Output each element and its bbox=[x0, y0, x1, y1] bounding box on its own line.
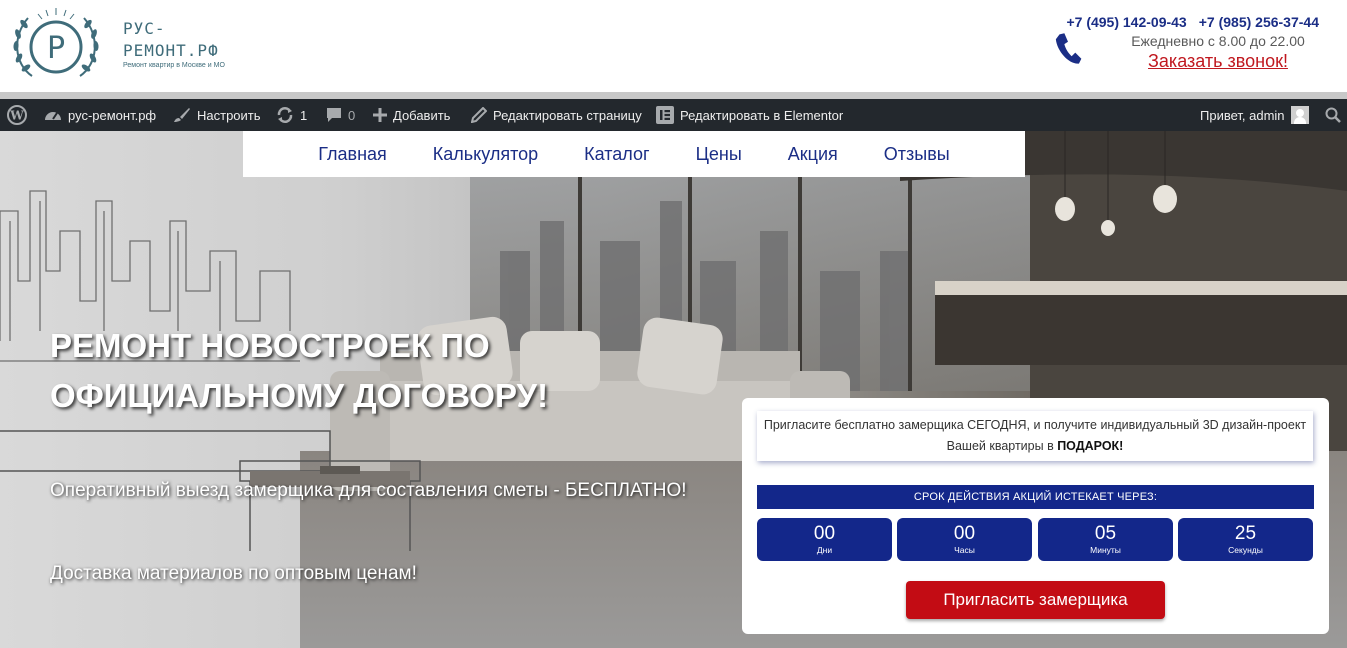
customize-label: Настроить bbox=[197, 107, 261, 123]
elementor-icon bbox=[656, 106, 674, 124]
site-name-button[interactable]: рус-ремонт.рф bbox=[44, 99, 156, 131]
countdown-seconds-value: 25 bbox=[1234, 523, 1257, 544]
account-menu[interactable]: Привет, admin bbox=[1200, 99, 1309, 131]
add-new-button[interactable]: Добавить bbox=[373, 99, 450, 131]
callback-link[interactable]: Заказать звонок! bbox=[1059, 51, 1319, 72]
countdown-seconds: 25 Секунды bbox=[1178, 518, 1313, 561]
hero-title: Ремонт новостроек по официальному догово… bbox=[50, 327, 549, 414]
main-nav: Главная Калькулятор Каталог Цены Акция О… bbox=[243, 131, 1025, 177]
site-name-label: рус-ремонт.рф bbox=[68, 107, 157, 123]
working-hours: Ежедневно с 8.00 до 22.00 bbox=[1131, 33, 1305, 49]
phone-number-1[interactable]: +7 (495) 142-09-43 bbox=[1066, 14, 1186, 30]
countdown-hours-unit: Часы bbox=[954, 545, 975, 555]
logo-text[interactable]: РУС- РЕМОНТ.РФ bbox=[123, 18, 219, 62]
updates-icon bbox=[277, 107, 293, 123]
nav-item-reviews[interactable]: Отзывы bbox=[884, 144, 950, 165]
promo-offer-gift: ПОДАРОК! bbox=[1057, 439, 1124, 453]
phone-number-2[interactable]: +7 (985) 256-37-44 bbox=[1199, 14, 1319, 30]
edit-elementor-label: Редактировать в Elementor bbox=[680, 107, 844, 123]
greeting-label: Привет, admin bbox=[1200, 107, 1285, 123]
logo-line-2: РЕМОНТ.РФ bbox=[123, 41, 219, 60]
nav-item-calculator[interactable]: Калькулятор bbox=[433, 144, 538, 165]
logo-line-1: РУС- bbox=[123, 19, 166, 38]
dashboard-icon bbox=[45, 112, 61, 120]
countdown-days: 00 Дни bbox=[757, 518, 892, 561]
logo-tagline: Ремонт квартир в Москве и МО bbox=[123, 62, 225, 69]
comment-icon bbox=[327, 108, 341, 122]
promo-card: Пригласите бесплатно замерщика СЕГОДНЯ, … bbox=[742, 398, 1329, 634]
invite-measurer-button[interactable]: Пригласить замерщика bbox=[906, 581, 1165, 619]
pencil-icon bbox=[471, 107, 487, 123]
nav-item-home[interactable]: Главная bbox=[318, 144, 387, 165]
countdown-minutes: 05 Минуты bbox=[1038, 518, 1173, 561]
countdown-hours-value: 00 bbox=[953, 523, 976, 544]
logo-emblem-icon[interactable]: Р bbox=[10, 6, 102, 84]
nav-item-prices[interactable]: Цены bbox=[696, 144, 742, 165]
countdown-minutes-unit: Минуты bbox=[1090, 545, 1121, 555]
updates-button[interactable]: 1 bbox=[276, 99, 307, 131]
countdown-minutes-value: 05 bbox=[1094, 523, 1117, 544]
admin-search-button[interactable] bbox=[1325, 99, 1341, 131]
promo-offer-text: Пригласите бесплатно замерщика СЕГОДНЯ, … bbox=[757, 411, 1313, 461]
nav-item-promo[interactable]: Акция bbox=[788, 144, 838, 165]
comments-count: 0 bbox=[348, 107, 356, 123]
plus-icon bbox=[373, 108, 387, 122]
phone-numbers: +7 (495) 142-09-43 +7 (985) 256-37-44 bbox=[1059, 14, 1319, 30]
brush-icon bbox=[174, 108, 190, 122]
svg-text:W: W bbox=[9, 109, 24, 123]
wp-admin-bar: W рус-ремонт.рф Настроить 1 0 Добавить Р… bbox=[0, 99, 1347, 131]
search-icon bbox=[1325, 107, 1341, 123]
hero-subtitle-1: Оперативный выезд замерщика для составле… bbox=[50, 480, 687, 501]
countdown-seconds-unit: Секунды bbox=[1228, 545, 1263, 555]
edit-page-button[interactable]: Редактировать страницу bbox=[471, 99, 642, 131]
site-header: Р РУС- РЕМОНТ.РФ Ремонт квартир в Москве… bbox=[0, 0, 1347, 92]
header-divider bbox=[0, 92, 1347, 99]
hero-section: Главная Калькулятор Каталог Цены Акция О… bbox=[0, 131, 1347, 648]
svg-text:Р: Р bbox=[47, 31, 65, 66]
updates-count: 1 bbox=[300, 107, 308, 123]
promo-offer-main: Пригласите бесплатно замерщика СЕГОДНЯ, … bbox=[763, 418, 1307, 453]
wp-logo-button[interactable]: W bbox=[7, 99, 27, 131]
edit-elementor-button[interactable]: Редактировать в Elementor bbox=[656, 99, 843, 131]
countdown-days-unit: Дни bbox=[816, 545, 833, 555]
wordpress-icon: W bbox=[7, 105, 27, 125]
countdown-title: СРОК ДЕЙСТВИЯ АКЦИЙ ИСТЕКАЕТ ЧЕРЕЗ: bbox=[757, 485, 1314, 509]
avatar-icon bbox=[1290, 106, 1309, 124]
contacts-block: +7 (495) 142-09-43 +7 (985) 256-37-44 Еже… bbox=[1059, 14, 1319, 72]
add-new-label: Добавить bbox=[393, 107, 451, 123]
edit-page-label: Редактировать страницу bbox=[493, 107, 642, 123]
nav-item-catalog[interactable]: Каталог bbox=[584, 144, 649, 165]
customize-button[interactable]: Настроить bbox=[173, 99, 261, 131]
countdown-days-value: 00 bbox=[813, 523, 836, 544]
comments-button[interactable]: 0 bbox=[326, 99, 355, 131]
hero-subtitle-2: Доставка материалов по оптовым ценам! bbox=[50, 563, 417, 584]
countdown-hours: 00 Часы bbox=[897, 518, 1032, 561]
